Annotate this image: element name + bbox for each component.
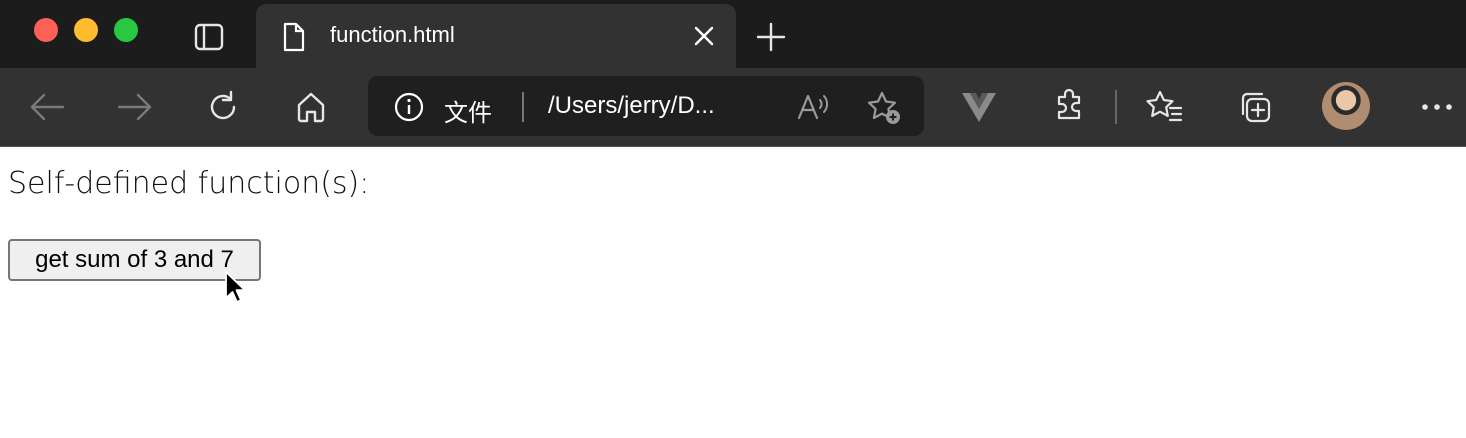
home-icon[interactable] xyxy=(292,88,330,126)
address-bar[interactable]: 文件 /Users/jerry/D... xyxy=(368,76,924,136)
mouse-cursor-icon xyxy=(224,270,248,306)
extensions-icon[interactable] xyxy=(1050,88,1088,126)
close-tab-icon[interactable] xyxy=(692,24,716,48)
document-icon xyxy=(282,22,306,52)
browser-toolbar: 文件 /Users/jerry/D... xyxy=(0,68,1466,147)
new-tab-icon[interactable] xyxy=(756,22,786,52)
protocol-label: 文件 xyxy=(444,100,492,127)
site-info-icon[interactable] xyxy=(394,92,424,122)
active-tab[interactable]: function.html xyxy=(256,4,736,68)
tab-title: function.html xyxy=(330,22,455,47)
url-text[interactable]: /Users/jerry/D... xyxy=(548,92,715,120)
collections-icon[interactable] xyxy=(1236,88,1274,126)
back-icon[interactable] xyxy=(28,88,66,126)
tab-actions-icon[interactable] xyxy=(194,22,224,52)
toolbar-divider xyxy=(1115,90,1117,124)
minimize-window-button[interactable] xyxy=(74,18,98,42)
vue-devtools-icon[interactable] xyxy=(960,88,998,126)
add-favorite-icon[interactable] xyxy=(866,90,902,126)
read-aloud-icon[interactable] xyxy=(796,90,830,124)
refresh-icon[interactable] xyxy=(204,88,242,126)
forward-icon[interactable] xyxy=(116,88,154,126)
close-window-button[interactable] xyxy=(34,18,58,42)
favorites-icon[interactable] xyxy=(1146,88,1184,126)
title-bar: function.html xyxy=(0,0,1466,68)
page-heading: Self-defined function(s): xyxy=(8,166,370,201)
more-icon[interactable] xyxy=(1418,88,1456,126)
profile-avatar[interactable] xyxy=(1322,82,1370,130)
address-separator xyxy=(522,92,524,122)
zoom-window-button[interactable] xyxy=(114,18,138,42)
